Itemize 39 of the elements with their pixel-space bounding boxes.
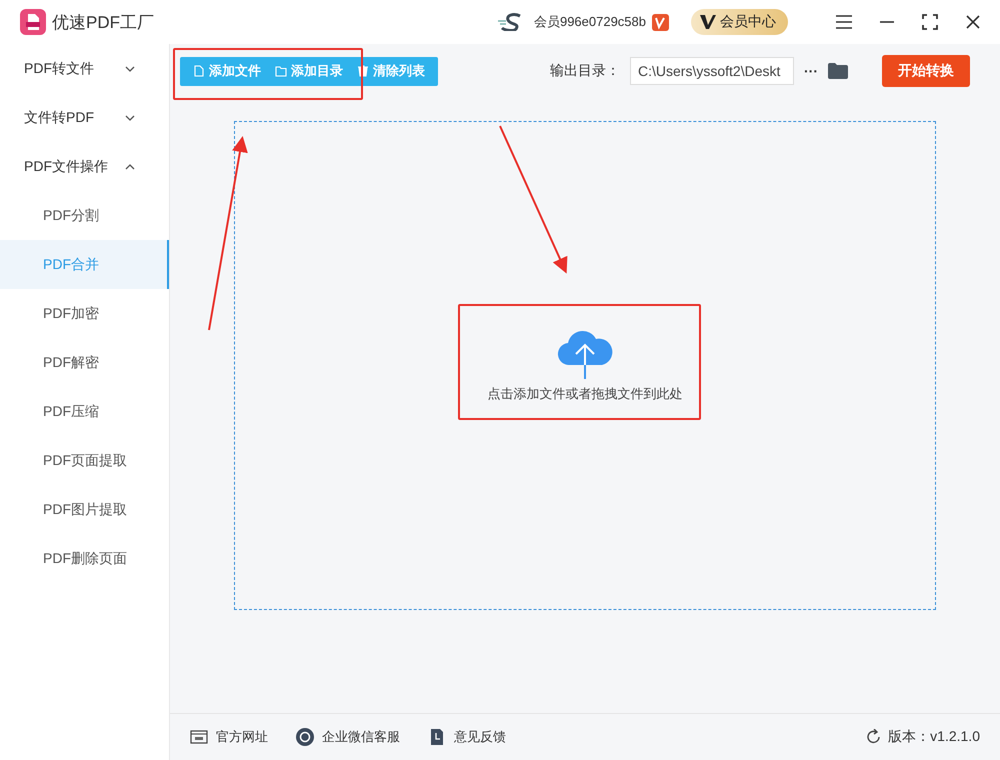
close-icon[interactable]: [966, 15, 980, 29]
app-logo-icon: [20, 9, 46, 35]
sidebar-group[interactable]: PDF文件操作: [0, 142, 169, 191]
chat-icon: [296, 728, 314, 746]
trash-icon: [357, 65, 369, 77]
sidebar-item[interactable]: PDF分割: [0, 191, 169, 240]
web-icon: [190, 728, 208, 746]
document-icon: [428, 728, 446, 746]
output-path-field[interactable]: C:\Users\yssoft2\Deskt: [630, 57, 794, 85]
version-text: 版本：v1.2.1.0: [888, 728, 980, 746]
footer-link[interactable]: 企业微信客服: [296, 728, 400, 746]
footer-link[interactable]: 官方网址: [190, 728, 268, 746]
minimize-icon[interactable]: [880, 21, 894, 23]
folder-icon: [275, 65, 287, 77]
cloud-upload-icon: [556, 328, 614, 378]
vip-badge-icon: [652, 14, 669, 30]
file-icon: [193, 65, 205, 77]
more-button[interactable]: ···: [804, 63, 818, 79]
sidebar-group[interactable]: 文件转PDF: [0, 93, 169, 142]
refresh-icon[interactable]: [866, 729, 882, 745]
output-dir-label: 输出目录：: [550, 62, 620, 80]
sidebar-item[interactable]: PDF图片提取: [0, 485, 169, 534]
sidebar-item[interactable]: PDF加密: [0, 289, 169, 338]
sidebar-item[interactable]: PDF压缩: [0, 387, 169, 436]
vip-center-button[interactable]: 会员中心: [691, 9, 788, 35]
folder-icon[interactable]: [828, 63, 848, 79]
sidebar-item[interactable]: PDF删除页面: [0, 534, 169, 583]
drop-zone[interactable]: 点击添加文件或者拖拽文件到此处: [234, 121, 936, 610]
account-name: 会员996e0729c58b: [534, 13, 646, 31]
footer-link[interactable]: 意见反馈: [428, 728, 506, 746]
start-convert-button[interactable]: 开始转换: [882, 55, 970, 87]
window-title: 优速PDF工厂: [52, 12, 154, 34]
sidebar-group[interactable]: PDF转文件: [0, 44, 169, 93]
sidebar-item[interactable]: PDF页面提取: [0, 436, 169, 485]
vip-logo-icon: [699, 14, 717, 30]
drop-hint: 点击添加文件或者拖拽文件到此处: [488, 384, 682, 402]
sidebar-item[interactable]: PDF解密: [0, 338, 169, 387]
menu-icon[interactable]: [836, 15, 852, 29]
maximize-icon[interactable]: [922, 14, 938, 30]
